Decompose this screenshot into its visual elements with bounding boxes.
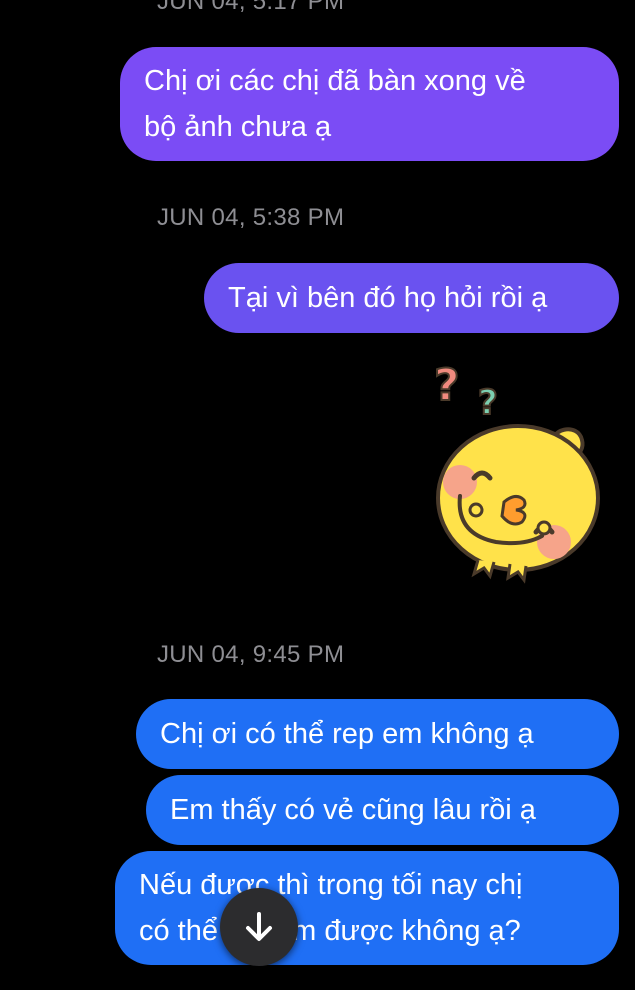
message-4-text: Em thấy có vẻ cũng lâu rồi ạ bbox=[170, 794, 536, 826]
message-1-line-1: Chị ơi các chị đã bàn xong về bbox=[144, 65, 526, 97]
message-3-text: Chị ơi có thể rep em không ạ bbox=[160, 718, 534, 750]
message-bubble-4[interactable]: Em thấy có vẻ cũng lâu rồi ạ bbox=[146, 775, 619, 845]
message-bubble-5[interactable]: Nếu được thì trong tối nay chị có thể re… bbox=[115, 851, 619, 965]
message-1-line-2: bộ ảnh chưa ạ bbox=[144, 111, 332, 143]
timestamp-first: JUN 04, 5:17 PM bbox=[157, 0, 345, 15]
message-bubble-2[interactable]: Tại vì bên đó họ hỏi rồi ạ bbox=[204, 263, 619, 333]
thinking-chick-sticker-icon[interactable]: ? ? bbox=[420, 359, 620, 590]
message-5-line-2: có thể rep em được không ạ? bbox=[139, 915, 521, 947]
message-bubble-3[interactable]: Chị ơi có thể rep em không ạ bbox=[136, 699, 619, 769]
timestamp-third: JUN 04, 9:45 PM bbox=[157, 641, 345, 668]
svg-text:?: ? bbox=[478, 383, 498, 423]
arrow-down-icon bbox=[246, 912, 272, 941]
message-bubble-1[interactable]: Chị ơi các chị đã bàn xong về bộ ảnh chư… bbox=[120, 47, 619, 161]
svg-text:?: ? bbox=[434, 360, 460, 411]
timestamp-second: JUN 04, 5:38 PM bbox=[157, 204, 345, 231]
message-2-text: Tại vì bên đó họ hỏi rồi ạ bbox=[228, 282, 548, 314]
scroll-to-bottom-button[interactable] bbox=[220, 888, 298, 966]
message-5-line-1: Nếu được thì trong tối nay chị bbox=[139, 869, 523, 901]
